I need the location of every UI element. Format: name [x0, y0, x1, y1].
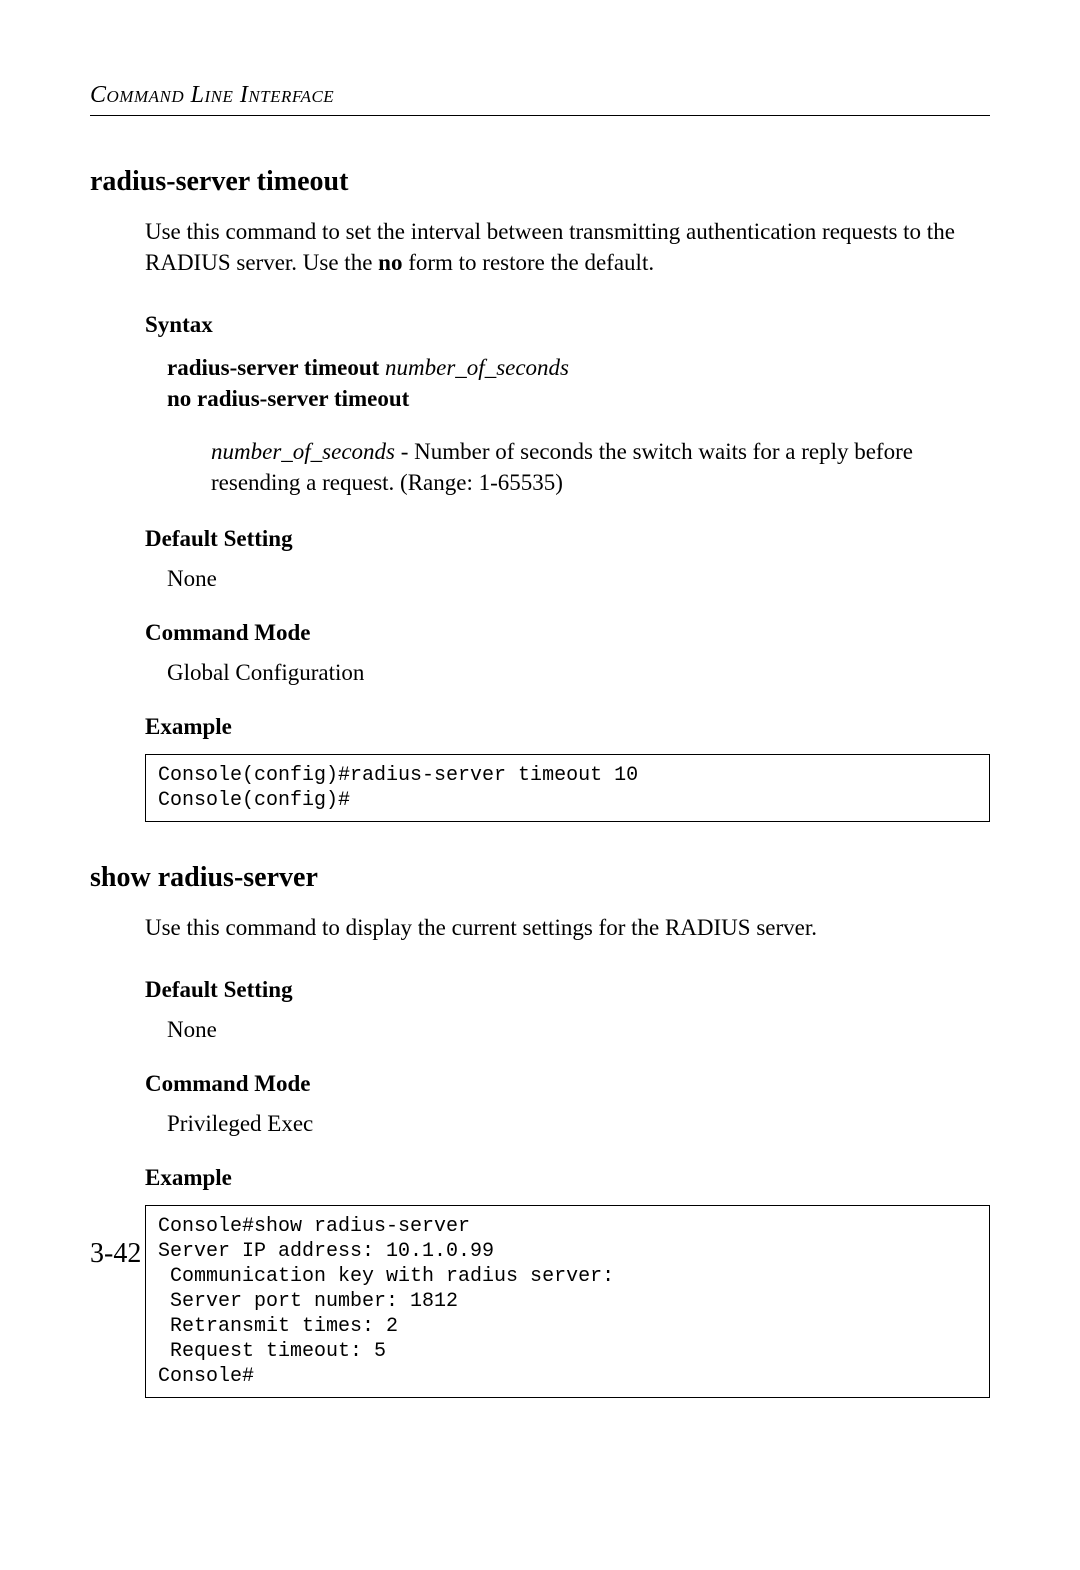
header-rule	[90, 115, 990, 116]
mode-value-2: Privileged Exec	[167, 1111, 990, 1137]
syntax-section: Syntax radius-server timeout number_of_s…	[145, 312, 990, 498]
mode-section-1: Command Mode Global Configuration	[145, 620, 990, 686]
mode-value-1: Global Configuration	[167, 660, 990, 686]
command2-description: Use this command to display the current …	[145, 912, 990, 943]
mode-heading-2: Command Mode	[145, 1071, 990, 1097]
default-heading-2: Default Setting	[145, 977, 990, 1003]
syntax-heading: Syntax	[145, 312, 990, 338]
command-title-show-radius-server: show radius-server	[90, 862, 990, 894]
default-value-2: None	[167, 1017, 990, 1043]
desc-text-c: form to restore the default.	[402, 250, 654, 275]
syntax-cmd-1: radius-server timeout	[167, 355, 385, 380]
default-section-1: Default Setting None	[145, 526, 990, 592]
command-title-radius-server-timeout: radius-server timeout	[90, 166, 990, 198]
example-code-1: Console(config)#radius-server timeout 10…	[145, 754, 990, 822]
page-number: 3-42	[90, 1238, 141, 1270]
param-description: number_of_seconds - Number of seconds th…	[211, 436, 990, 498]
syntax-param-1: number_of_seconds	[385, 355, 569, 380]
example-heading-2: Example	[145, 1165, 990, 1191]
syntax-block: radius-server timeout number_of_seconds …	[167, 352, 990, 498]
command1-body: Use this command to set the interval bet…	[145, 216, 990, 822]
example-section-2: Example Console#show radius-server Serve…	[145, 1165, 990, 1398]
mode-section-2: Command Mode Privileged Exec	[145, 1071, 990, 1137]
syntax-line-2: no radius-server timeout	[167, 383, 990, 414]
default-section-2: Default Setting None	[145, 977, 990, 1043]
param-name: number_of_seconds	[211, 439, 395, 464]
running-head: Command Line Interface	[90, 82, 990, 109]
mode-heading-1: Command Mode	[145, 620, 990, 646]
command2-body: Use this command to display the current …	[145, 912, 990, 1398]
command1-description: Use this command to set the interval bet…	[145, 216, 990, 278]
default-heading-1: Default Setting	[145, 526, 990, 552]
example-code-2: Console#show radius-server Server IP add…	[145, 1205, 990, 1398]
page-container: Command Line Interface radius-server tim…	[0, 0, 1080, 1398]
example-heading-1: Example	[145, 714, 990, 740]
default-value-1: None	[167, 566, 990, 592]
example-section-1: Example Console(config)#radius-server ti…	[145, 714, 990, 822]
syntax-line-1: radius-server timeout number_of_seconds	[167, 352, 990, 383]
desc-text-no: no	[378, 250, 402, 275]
